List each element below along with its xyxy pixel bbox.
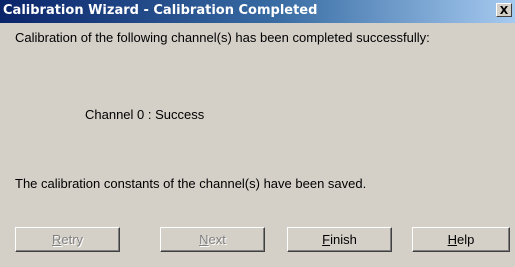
intro-message: Calibration of the following channel(s) …	[15, 30, 430, 45]
help-button[interactable]: Help	[412, 227, 510, 252]
next-mnemonic: N	[199, 232, 209, 247]
saved-message: The calibration constants of the channel…	[15, 176, 367, 191]
next-button[interactable]: Next	[160, 227, 265, 252]
next-label-rest: ext	[208, 232, 226, 247]
channel-status: Channel 0 : Success	[85, 107, 205, 122]
finish-button[interactable]: Finish	[287, 227, 392, 252]
retry-mnemonic: R	[51, 232, 62, 247]
help-mnemonic: H	[447, 232, 458, 247]
close-button[interactable]: X	[496, 3, 512, 17]
window-title: Calibration Wizard - Calibration Complet…	[3, 3, 318, 18]
calibration-dialog: Calibration Wizard - Calibration Complet…	[0, 0, 515, 267]
help-label-rest: elp	[457, 232, 475, 247]
finish-label-rest: inish	[330, 232, 357, 247]
retry-button[interactable]: Retry	[15, 227, 120, 252]
retry-label-rest: etry	[61, 232, 84, 247]
finish-mnemonic: F	[322, 232, 331, 247]
title-bar[interactable]: Calibration Wizard - Calibration Complet…	[0, 0, 515, 23]
close-icon: X	[499, 3, 509, 17]
